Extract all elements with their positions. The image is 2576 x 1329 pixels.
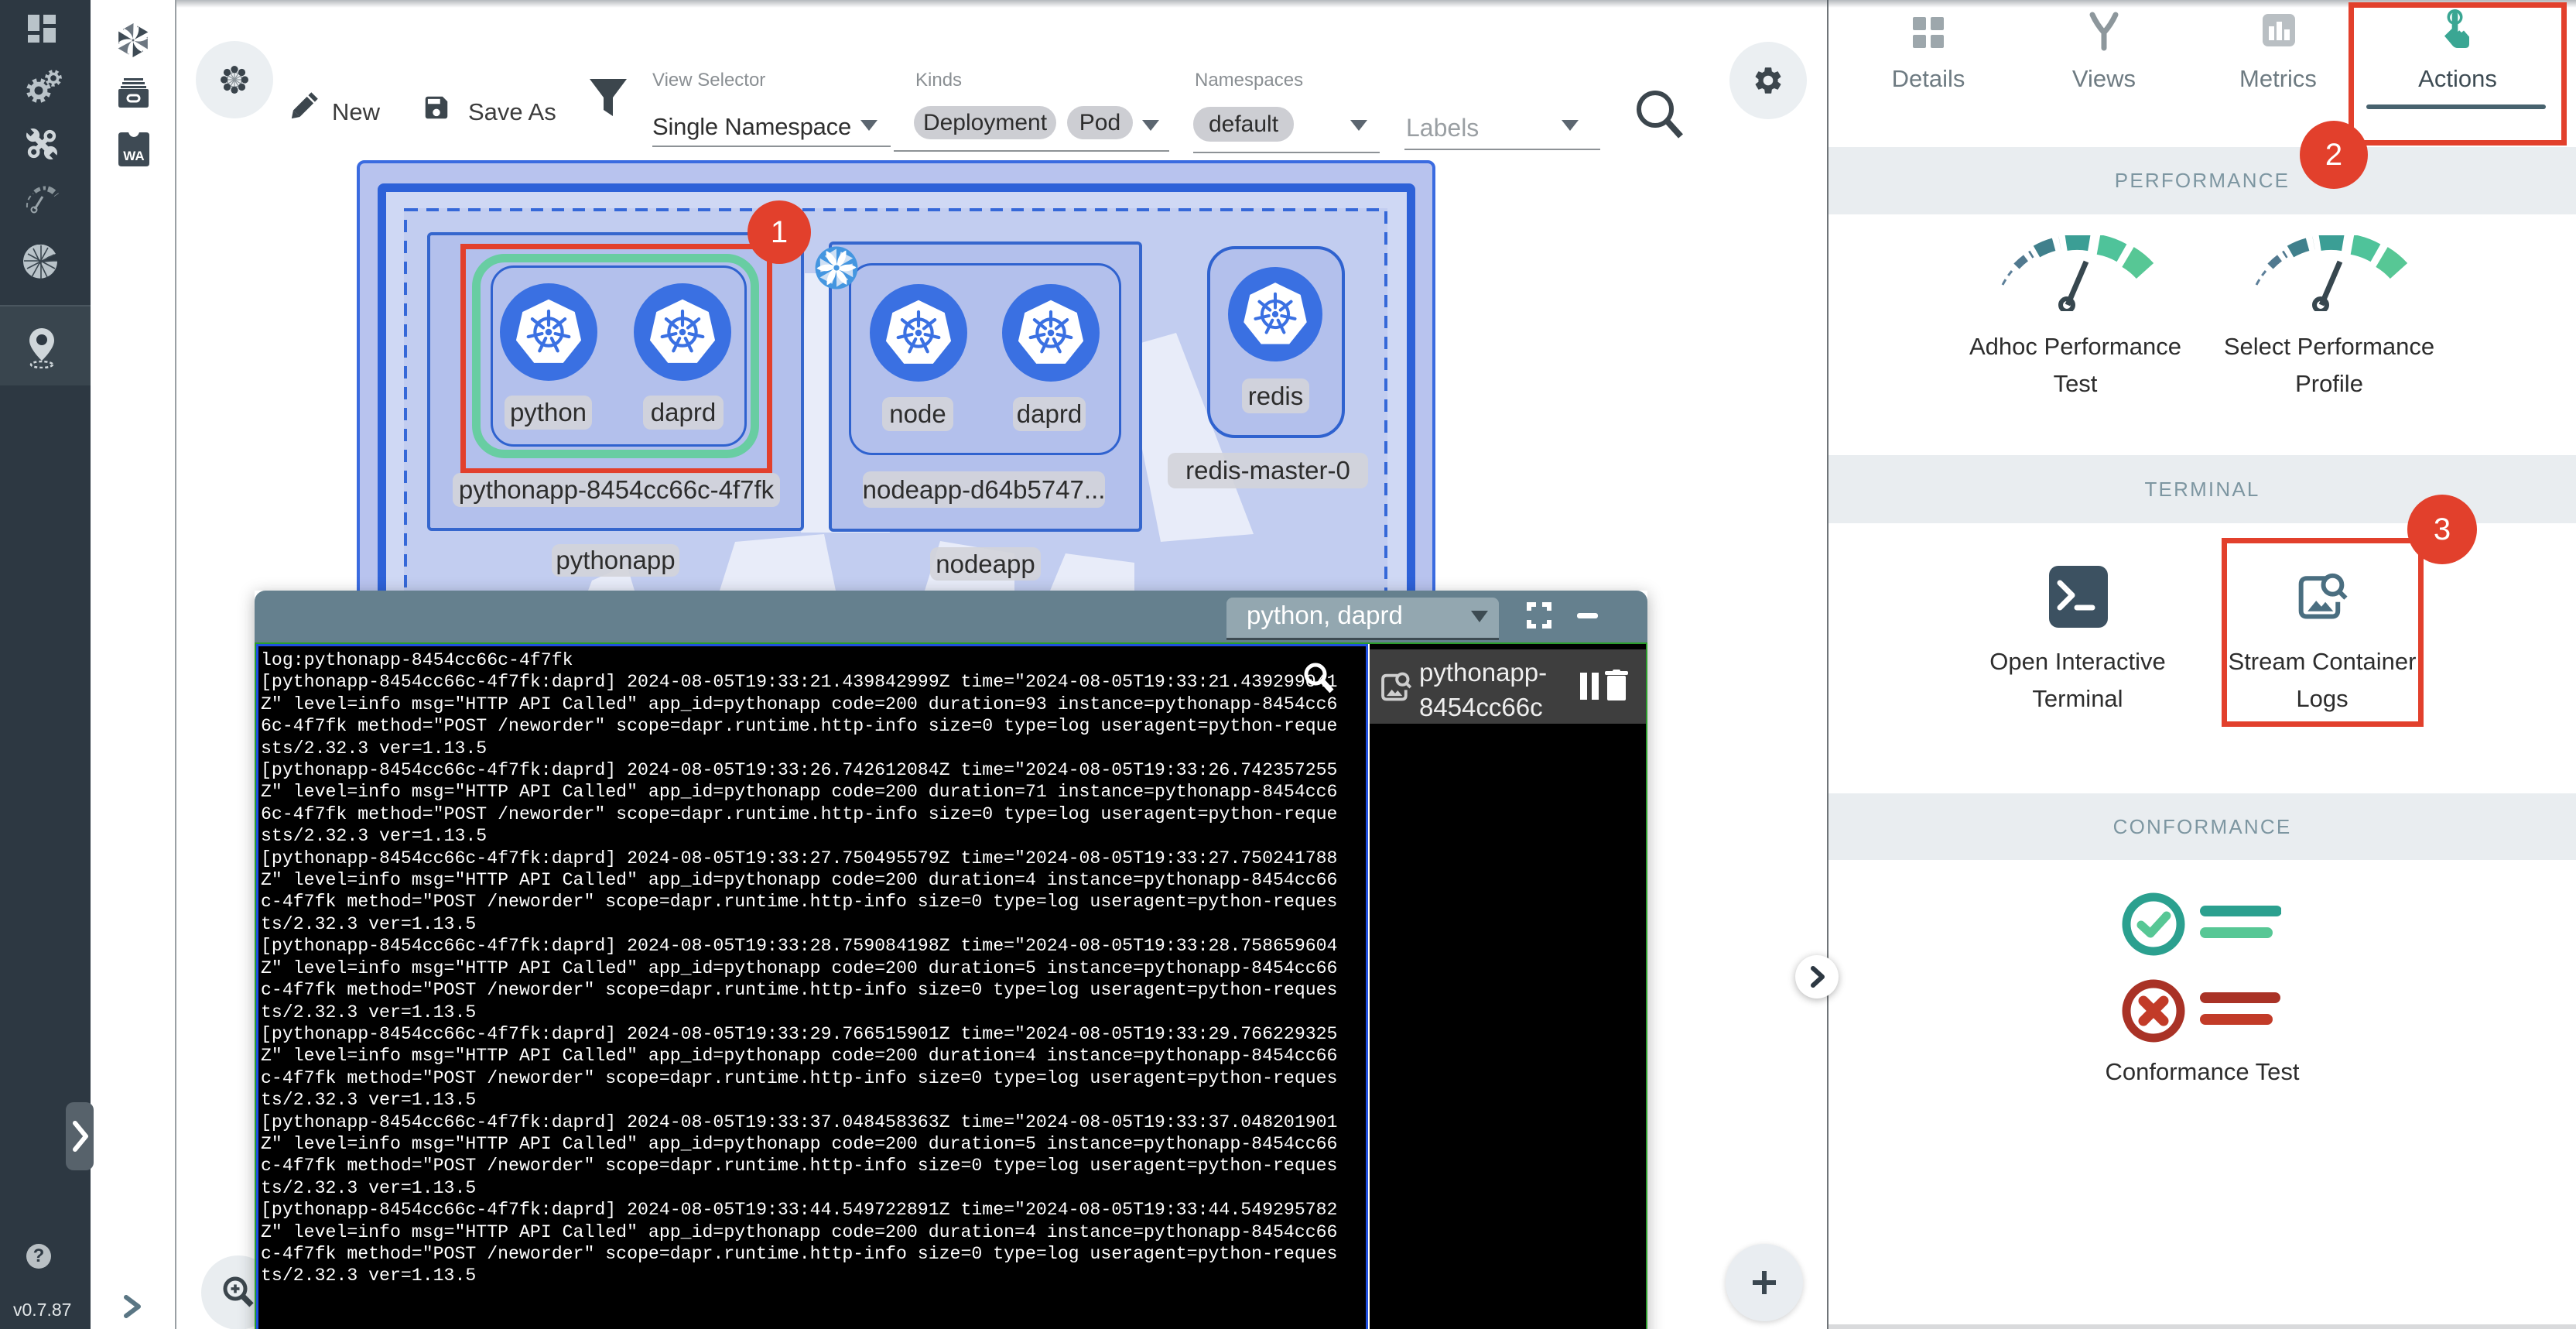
svg-text:WA: WA <box>123 149 144 163</box>
